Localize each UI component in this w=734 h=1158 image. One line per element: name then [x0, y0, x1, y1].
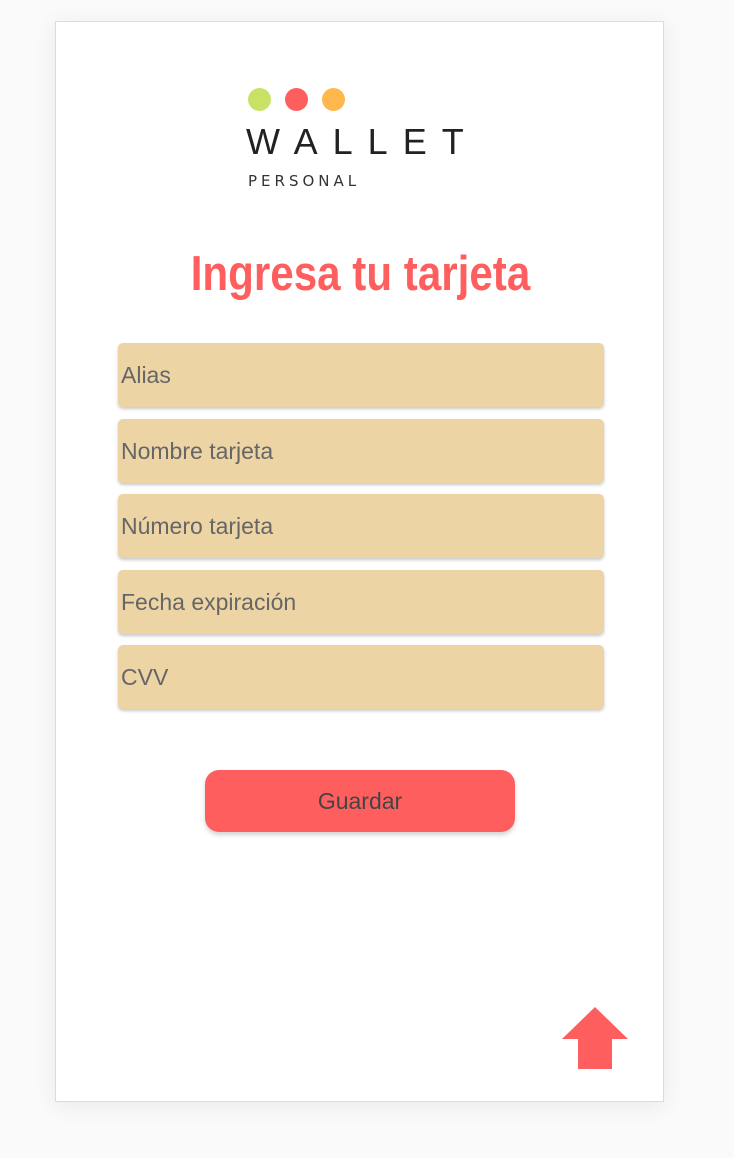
logo-dot-orange [322, 88, 345, 111]
app-screen: WALLET PERSONAL Ingresa tu tarjeta Guard… [55, 21, 664, 1102]
card-name-input[interactable] [118, 419, 604, 483]
page-title: Ingresa tu tarjeta [190, 247, 531, 301]
save-button[interactable]: Guardar [205, 770, 515, 832]
wallet-logo: WALLET PERSONAL [246, 88, 486, 198]
logo-tagline: PERSONAL [248, 172, 361, 190]
cvv-input[interactable] [118, 645, 604, 709]
logo-dot-green [248, 88, 271, 111]
card-number-input[interactable] [118, 494, 604, 558]
up-arrow-icon[interactable] [562, 1007, 628, 1069]
logo-dot-red [285, 88, 308, 111]
logo-wordmark: WALLET [246, 121, 479, 162]
alias-input[interactable] [118, 343, 604, 407]
up-arrow-shape [562, 1007, 628, 1069]
expiry-date-input[interactable] [118, 570, 604, 634]
